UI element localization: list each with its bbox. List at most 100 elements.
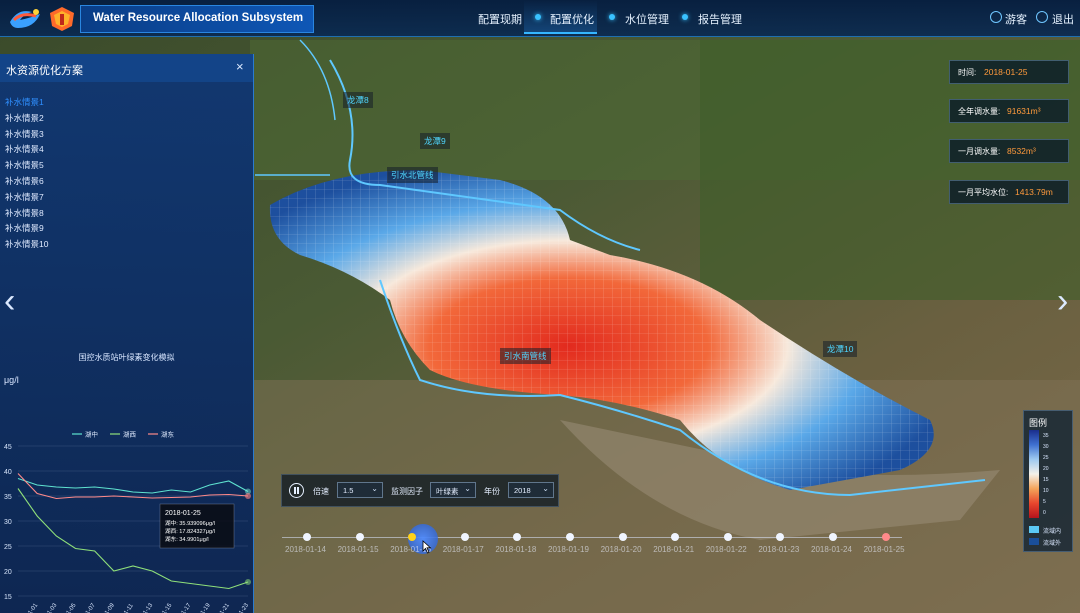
data-point xyxy=(55,498,57,500)
guest-button[interactable]: 游客 xyxy=(1005,11,1027,27)
mouse-cursor-icon xyxy=(422,540,432,554)
scheme-item[interactable]: 补水情景7 xyxy=(5,191,44,203)
nav-active-underline xyxy=(524,32,597,34)
data-point xyxy=(75,487,77,489)
nav-tab-config-optimize[interactable]: 配置优化 xyxy=(550,11,594,27)
timeline-dot[interactable] xyxy=(723,533,732,541)
year-value: 2018 xyxy=(514,486,531,495)
timeline-date-label: 2018-01-21 xyxy=(653,545,695,554)
data-point xyxy=(17,478,19,480)
info-label: 全年调水量: xyxy=(958,107,1001,116)
close-icon[interactable]: × xyxy=(236,59,244,74)
nav-tab-config-current[interactable]: 配置现期 xyxy=(478,11,522,27)
legend-tick: 20 xyxy=(1043,466,1049,472)
timeline-dot[interactable] xyxy=(618,533,627,541)
timeline-dot[interactable] xyxy=(566,533,574,541)
data-point xyxy=(132,496,134,498)
x-tick-label: 2018-01-21 xyxy=(208,602,231,613)
data-point xyxy=(55,486,57,488)
info-label: 时间: xyxy=(958,68,977,77)
legend-label: 湖东 xyxy=(161,430,175,439)
factor-value: 叶绿素 xyxy=(436,487,459,496)
year-select[interactable]: 2018 ⌄ xyxy=(508,482,554,498)
app-title: Water Resource Allocation Subsystem xyxy=(93,12,304,24)
scheme-item[interactable]: 补水情景6 xyxy=(5,175,44,187)
data-point xyxy=(113,488,115,490)
y-tick-label: 15 xyxy=(4,594,12,601)
x-tick-label: 2018-01-07 xyxy=(74,602,97,613)
data-point xyxy=(36,515,38,517)
data-point xyxy=(151,492,153,494)
scheme-item[interactable]: 补水情景10 xyxy=(5,238,48,250)
legend-tick: 10 xyxy=(1043,488,1049,494)
legend-swatch-inside xyxy=(1029,526,1039,533)
x-tick-label: 2018-01-15 xyxy=(151,602,174,613)
scheme-item[interactable]: 补水情景5 xyxy=(5,159,44,171)
nav-dot-icon xyxy=(609,14,615,20)
scheme-item[interactable]: 补水情景3 xyxy=(5,128,44,140)
map-label-longtan9: 龙潭9 xyxy=(420,133,450,149)
series-line xyxy=(17,473,249,500)
nav-dot-icon xyxy=(535,14,541,20)
timeline-date-label: 2018-01-22 xyxy=(705,545,747,554)
scheme-item[interactable]: 补水情景1 xyxy=(5,96,44,108)
data-point xyxy=(132,565,134,567)
info-value: 1413.79m xyxy=(1015,187,1053,197)
power-icon xyxy=(1036,11,1048,23)
info-card-time: 时间: 2018-01-25 xyxy=(949,60,1069,84)
legend-tick: 5 xyxy=(1043,499,1046,505)
timeline-dot[interactable] xyxy=(303,533,311,541)
info-value: 8532m³ xyxy=(1007,146,1036,156)
tooltip-date: 2018-01-25 xyxy=(165,510,201,517)
scheme-item[interactable]: 补水情景8 xyxy=(5,207,44,219)
legend-tick: 25 xyxy=(1043,455,1049,461)
data-point xyxy=(228,494,230,496)
data-point xyxy=(228,588,230,590)
speed-select[interactable]: 1.5 ⌄ xyxy=(337,482,383,498)
chlorophyll-line-chart: 152025303540452018-01-012018-01-032018-0… xyxy=(4,430,253,613)
factor-select[interactable]: 叶绿素 ⌄ xyxy=(430,482,476,498)
hover-point xyxy=(245,493,251,499)
chevron-right-icon[interactable]: › xyxy=(1057,282,1068,321)
timeline-track xyxy=(282,537,902,538)
scheme-item[interactable]: 补水情景2 xyxy=(5,112,44,124)
legend-tick: 35 xyxy=(1043,433,1049,439)
chevron-left-icon[interactable]: ‹ xyxy=(4,282,15,321)
timeline-date-label: 2018-01-15 xyxy=(337,545,379,554)
y-tick-label: 25 xyxy=(4,544,12,551)
timeline-date-label: 2018-01-14 xyxy=(285,545,326,554)
timeline-dot[interactable] xyxy=(829,533,837,541)
logout-button[interactable]: 退出 xyxy=(1052,11,1074,27)
map-label-longtan10: 龙潭10 xyxy=(823,341,858,357)
panel-title: 水资源优化方案 xyxy=(6,65,83,77)
timeline-dot[interactable] xyxy=(355,533,364,541)
scheme-panel: 水资源优化方案 × 补水情景1 补水情景2 补水情景3 补水情景4 补水情景5 补水情景6… xyxy=(0,54,254,613)
nav-tab-report[interactable]: 报告管理 xyxy=(698,11,742,27)
factor-label: 监测因子 xyxy=(391,487,423,496)
y-tick-label: 45 xyxy=(4,444,12,451)
info-label: 一月平均水位: xyxy=(958,188,1009,197)
legend-label: 湖西 xyxy=(123,430,137,439)
timeline-date-label: 2018-01-24 xyxy=(811,545,852,554)
legend-label-inside: 流域内 xyxy=(1043,529,1062,535)
y-tick-label: 20 xyxy=(4,569,12,576)
scheme-item[interactable]: 补水情景9 xyxy=(5,222,44,234)
data-point xyxy=(170,497,172,499)
data-point xyxy=(228,480,230,482)
map-legend: 图例 35 30 25 20 15 10 5 0 流域内 流域外 xyxy=(1023,410,1073,552)
app-title-box: Water Resource Allocation Subsystem xyxy=(80,5,314,33)
chevron-down-icon: ⌄ xyxy=(464,484,471,493)
tooltip-line: 湖中: 35.939096μg/l xyxy=(165,519,215,527)
info-card-january-transfer: 一月调水量: 8532m³ xyxy=(949,139,1069,163)
timeline-dot[interactable] xyxy=(460,533,469,541)
legend-label: 湖中 xyxy=(85,430,98,439)
data-point xyxy=(55,535,57,537)
data-point xyxy=(94,486,96,488)
nav-tab-water-level[interactable]: 水位管理 xyxy=(625,11,669,27)
timeline-dot[interactable] xyxy=(881,533,890,541)
pause-icon[interactable] xyxy=(289,483,304,498)
map-label-south-line: 引水南管线 xyxy=(500,348,551,364)
timeline-date-label: 2018-01-25 xyxy=(863,545,905,554)
x-tick-label: 2018-01-01 xyxy=(17,602,40,613)
scheme-item[interactable]: 补水情景4 xyxy=(5,143,44,155)
